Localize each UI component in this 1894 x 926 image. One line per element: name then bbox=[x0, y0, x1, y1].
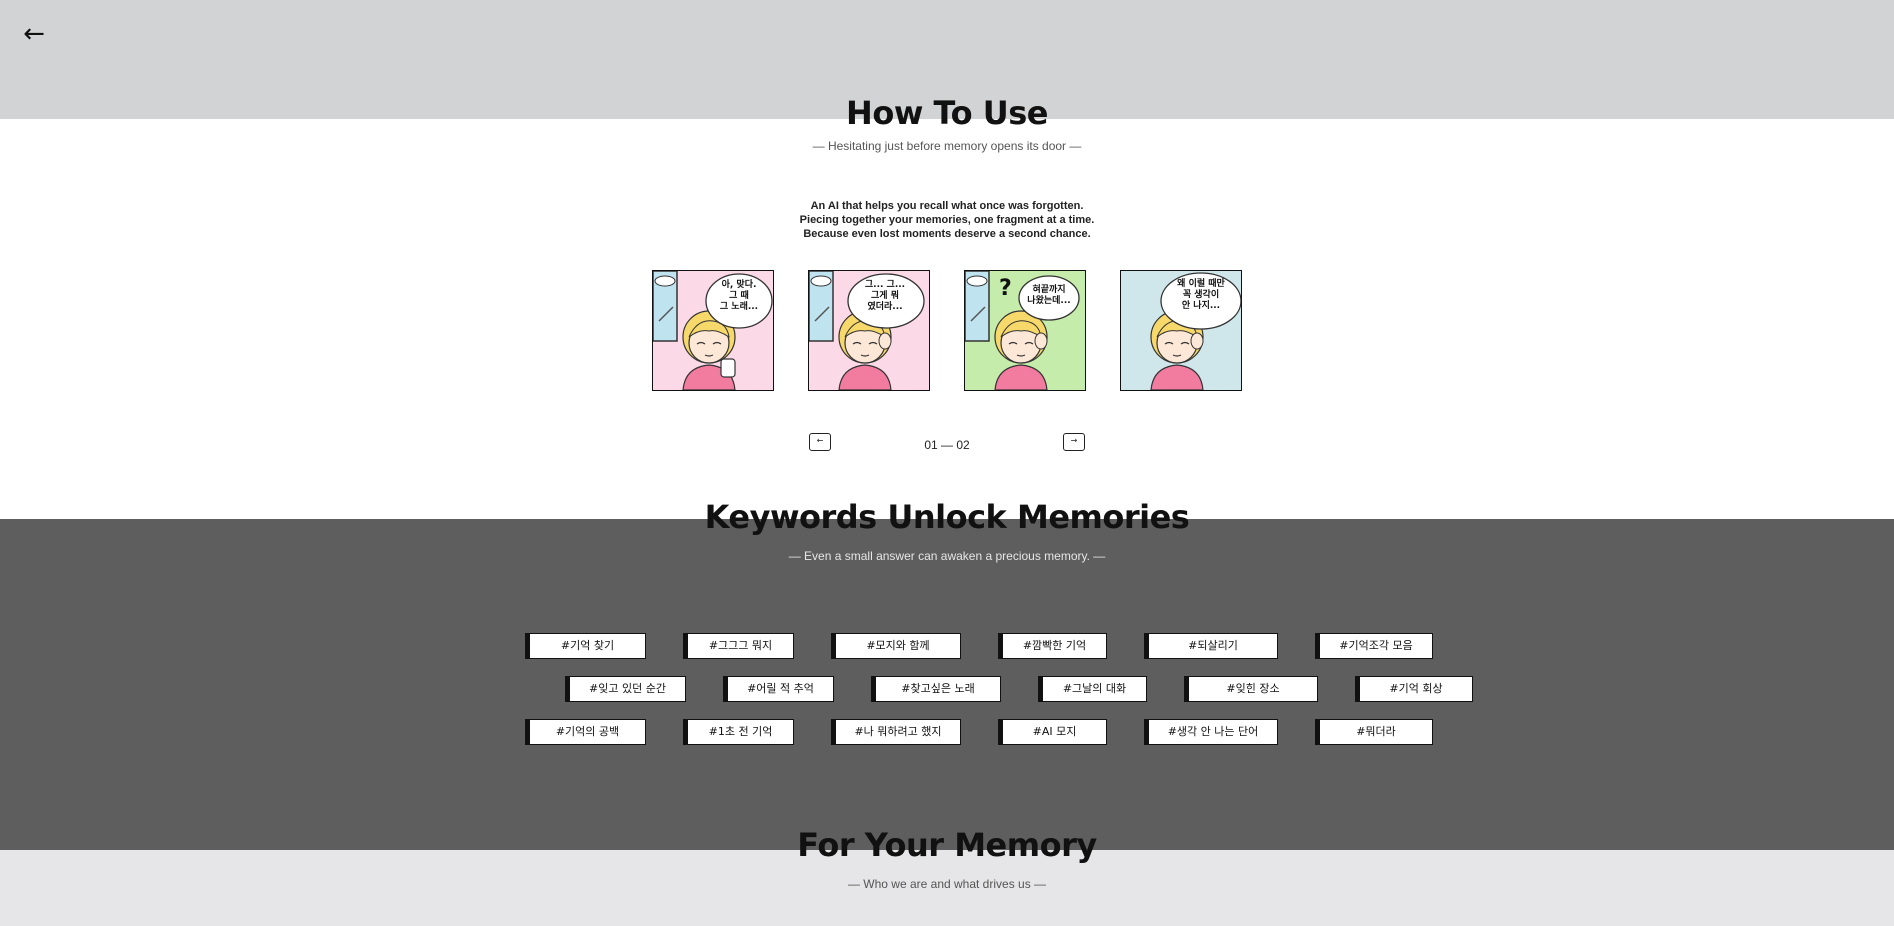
description-line: An AI that helps you recall what once wa… bbox=[810, 200, 1084, 212]
for-your-memory-title: For Your Memory bbox=[797, 826, 1097, 864]
hand bbox=[1034, 332, 1048, 350]
speech-bubble-text: 아, 맞다. 그 때그 노래... bbox=[707, 280, 771, 313]
keyword-tag[interactable]: #그그그 뭐지 bbox=[683, 633, 794, 659]
keyword-tag[interactable]: #모지와 함께 bbox=[831, 633, 961, 659]
speech-bubble-line: 였더라... bbox=[867, 302, 903, 312]
comic-panel: ? 혀끝까지 나왔는데... bbox=[964, 270, 1086, 391]
speech-bubble-line: 그... 그... bbox=[864, 280, 906, 290]
how-to-use-title: How To Use bbox=[846, 94, 1048, 132]
speech-bubble-line: 왜 이럴 때만 bbox=[1177, 279, 1225, 289]
how-to-use-subtitle: — Hesitating just before memory opens it… bbox=[812, 139, 1082, 153]
keyword-tag[interactable]: #생각 안 나는 단어 bbox=[1144, 719, 1278, 745]
comic-panel: 왜 이럴 때만 꼭 생각이 안 나지... bbox=[1120, 270, 1242, 391]
keywords-subtitle: — Even a small answer can awaken a preci… bbox=[788, 549, 1106, 563]
speech-bubble-line: 그 노래... bbox=[719, 302, 759, 312]
slide-counter: 01 — 02 bbox=[924, 438, 970, 452]
keyword-tag[interactable]: #나 뭐하려고 했지 bbox=[831, 719, 961, 745]
speech-bubble-line: 나왔는데... bbox=[1027, 296, 1071, 306]
description-line: Piecing together your memories, one frag… bbox=[799, 214, 1095, 226]
speech-bubble-line: 그 때 bbox=[729, 291, 749, 301]
mug-icon bbox=[720, 358, 736, 378]
keyword-tag[interactable]: #잊고 있던 순간 bbox=[565, 676, 686, 702]
how-to-use-description: An AI that helps you recall what once wa… bbox=[0, 199, 1894, 241]
keyword-tag[interactable]: #기억조각 모음 bbox=[1315, 633, 1433, 659]
keyword-tag[interactable]: #잊힌 장소 bbox=[1184, 676, 1318, 702]
keyword-tag[interactable]: #찾고싶은 노래 bbox=[871, 676, 1001, 702]
back-arrow-icon[interactable]: ← bbox=[20, 20, 48, 48]
cloud-icon bbox=[654, 275, 676, 287]
keyword-tag[interactable]: #뭐더라 bbox=[1315, 719, 1433, 745]
keyword-tag[interactable]: #그날의 대화 bbox=[1038, 676, 1147, 702]
for-your-memory-subtitle: — Who we are and what drives us — bbox=[847, 877, 1047, 891]
next-slide-button[interactable]: → bbox=[1063, 433, 1085, 451]
speech-bubble-line: 혀끝까지 bbox=[1032, 285, 1066, 295]
comic-panel: 그... 그... 그게 뭐 였더라... bbox=[808, 270, 930, 391]
speech-bubble-line: 그게 뭐 bbox=[871, 291, 899, 301]
speech-bubble-text: 혀끝까지 나왔는데... bbox=[1019, 285, 1079, 307]
keywords-title: Keywords Unlock Memories bbox=[704, 498, 1190, 536]
keyword-tag[interactable]: #AI 모지 bbox=[998, 719, 1107, 745]
comic-panel: 아, 맞다. 그 때그 노래... bbox=[652, 270, 774, 391]
keyword-tag[interactable]: #기억 찾기 bbox=[525, 633, 646, 659]
keyword-tag[interactable]: #기억의 공백 bbox=[525, 719, 646, 745]
question-mark-icon: ? bbox=[999, 276, 1012, 301]
speech-bubble-line: 아, 맞다. bbox=[721, 280, 757, 290]
description-line: Because even lost moments deserve a seco… bbox=[803, 228, 1091, 240]
hand bbox=[878, 332, 892, 350]
keyword-tag[interactable]: #되살리기 bbox=[1144, 633, 1278, 659]
speech-bubble-line: 안 나지... bbox=[1181, 301, 1221, 311]
keyword-tag[interactable]: #어릴 적 추억 bbox=[723, 676, 834, 702]
cloud-icon bbox=[966, 275, 988, 287]
speech-bubble-text: 그... 그... 그게 뭐 였더라... bbox=[849, 280, 921, 313]
keyword-tag[interactable]: #기억 회상 bbox=[1355, 676, 1473, 702]
comic-strip: 아, 맞다. 그 때그 노래... 그... 그... 그게 뭐 였더라... ? 혀끝… bbox=[652, 270, 1244, 394]
hand bbox=[1190, 332, 1204, 350]
speech-bubble-text: 왜 이럴 때만 꼭 생각이 안 나지... bbox=[1161, 279, 1241, 312]
keyword-tag[interactable]: #1초 전 기억 bbox=[683, 719, 794, 745]
cloud-icon bbox=[810, 275, 832, 287]
speech-bubble-line: 꼭 생각이 bbox=[1182, 290, 1220, 300]
keyword-tag[interactable]: #깜빡한 기억 bbox=[998, 633, 1107, 659]
